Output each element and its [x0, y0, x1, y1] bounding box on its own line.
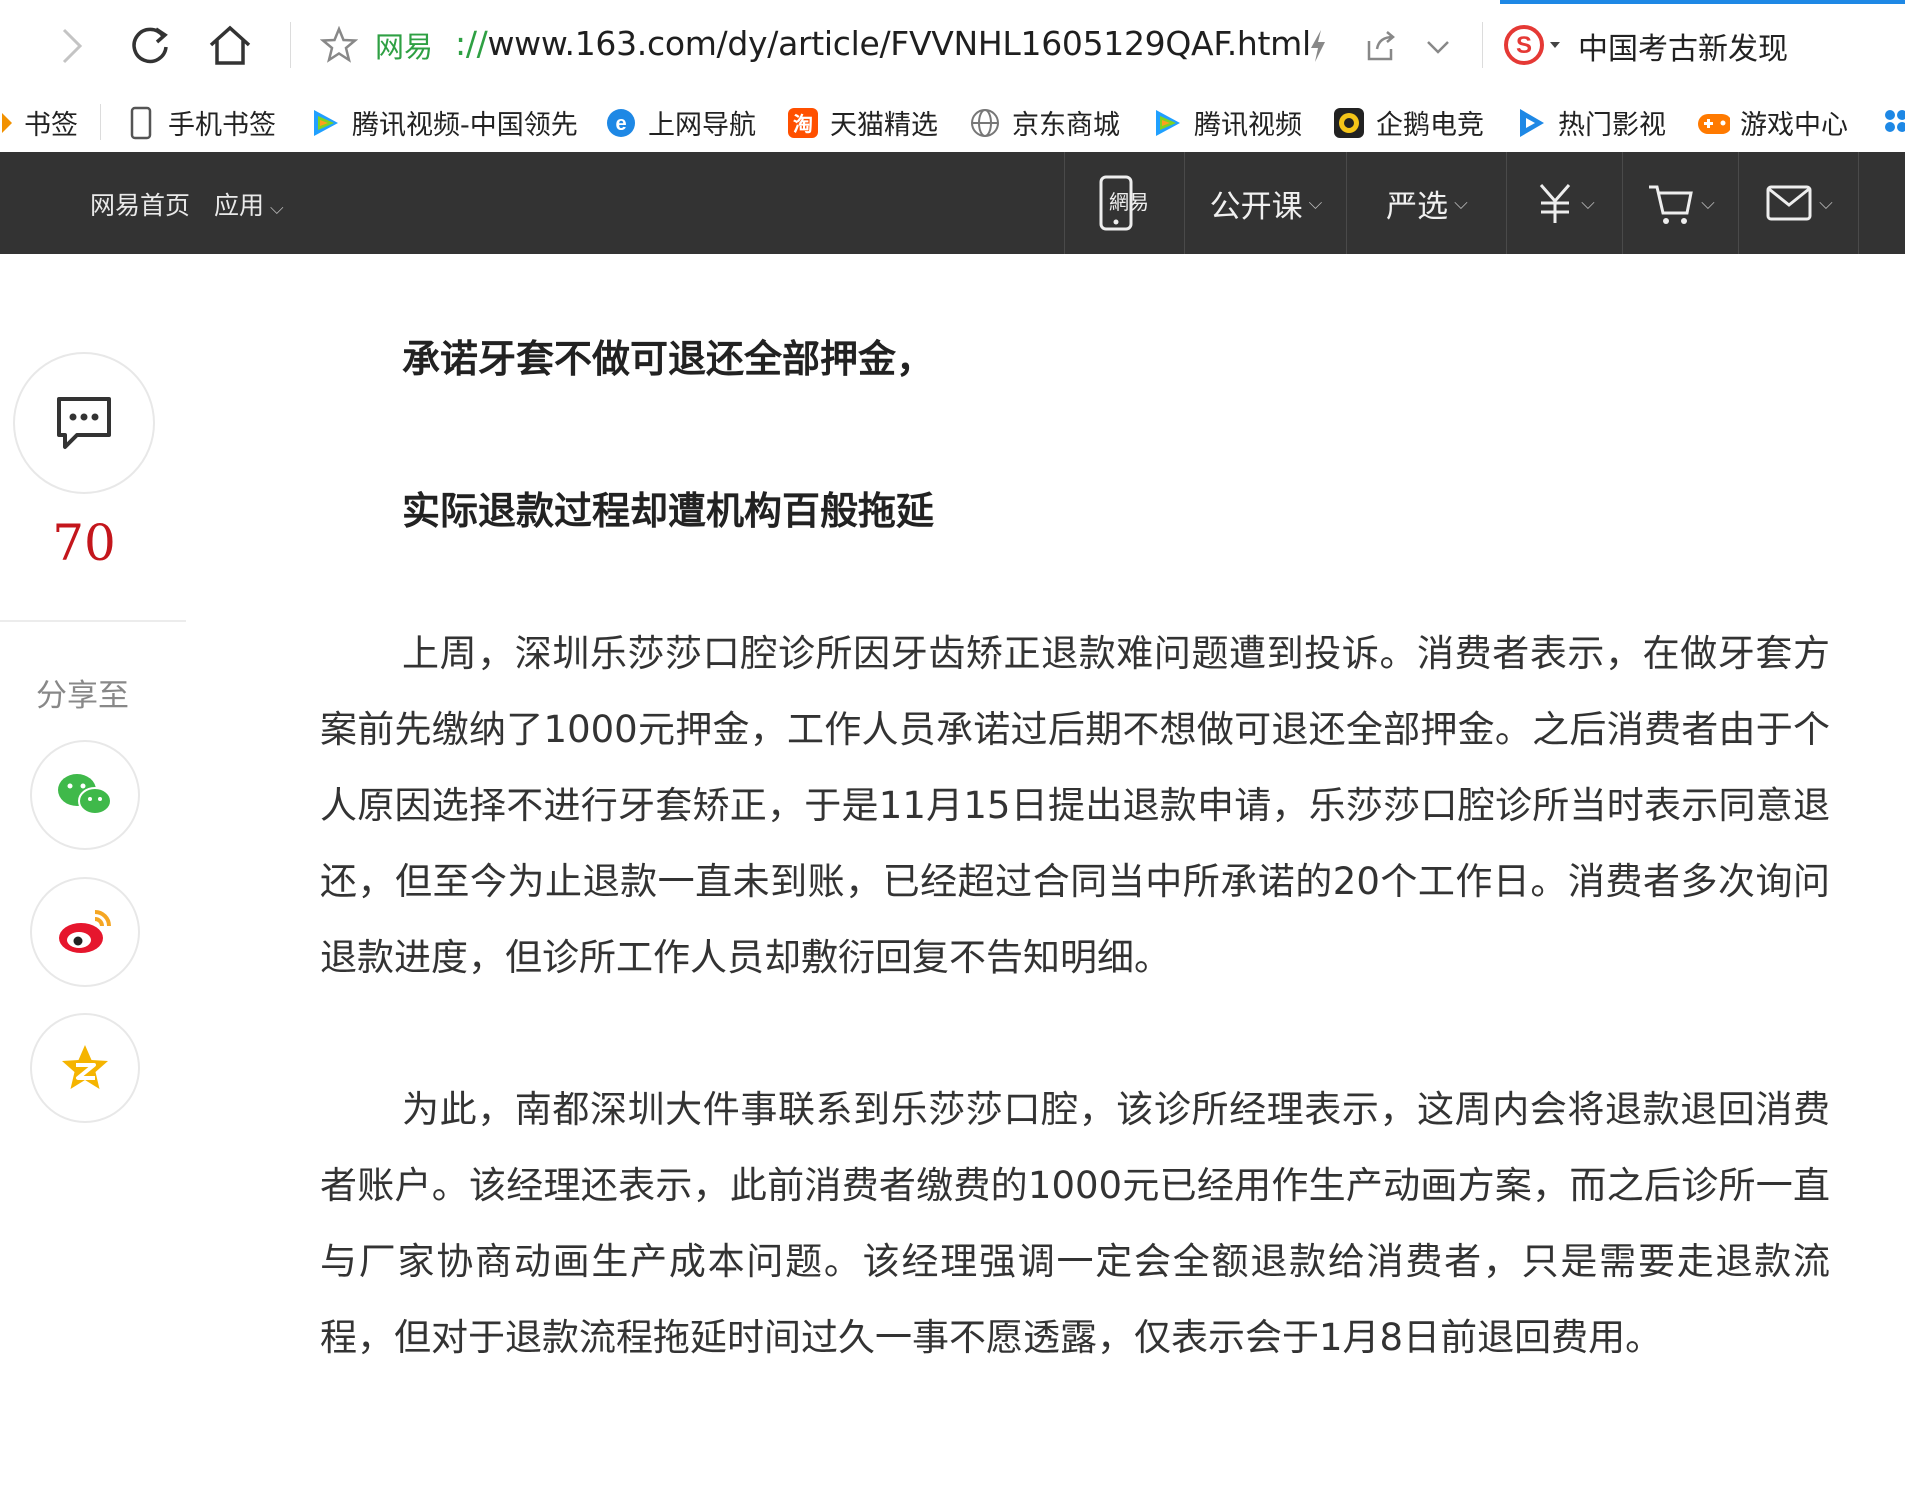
bookmark-label: 热门影视	[1558, 110, 1666, 141]
divider	[290, 22, 291, 68]
comment-count[interactable]: 70	[0, 514, 168, 572]
lightning-icon[interactable]	[1300, 26, 1336, 66]
bookmark-label: 京东商城	[1012, 110, 1120, 141]
bookmark-item[interactable]	[1880, 103, 1905, 137]
nav-shopping-cart[interactable]: ⌵	[1622, 152, 1739, 254]
url-text: www.163.com/dy/article/FVVNHL1605129QAF.…	[487, 24, 1311, 63]
bookmark-item[interactable]: 腾讯视频-中国领先	[308, 103, 578, 142]
star-icon[interactable]	[318, 24, 360, 66]
site-navbar: 网易首页 应用 ⌵ 網易 公开课 ⌵ 严选 ⌵ ⌵ ⌵ ⌵	[0, 152, 1905, 254]
nav-course-label: 公开课	[1209, 188, 1303, 225]
nav-finance[interactable]: ⌵	[1506, 152, 1623, 254]
bookmark-item[interactable]: 腾讯视频	[1150, 103, 1302, 142]
chevron-down-icon: ⌵	[1454, 192, 1468, 214]
bookmark-item[interactable]: 书签	[0, 103, 78, 142]
bookmark-label: 书签	[24, 110, 78, 141]
chevron-down-icon: ⌵	[1701, 192, 1715, 214]
tencent-video-icon	[308, 106, 342, 140]
nav-login[interactable]	[1858, 152, 1905, 254]
nav-yanxuan[interactable]: 严选 ⌵	[1346, 152, 1507, 254]
svg-text:S: S	[1516, 32, 1532, 59]
divider	[0, 620, 186, 622]
tencent-video-icon	[1150, 106, 1184, 140]
search-suggestion[interactable]: 中国考古新发现	[1578, 24, 1788, 68]
home-icon[interactable]	[206, 20, 254, 70]
ie-icon: e	[604, 106, 638, 140]
nav-mail[interactable]: ⌵	[1738, 152, 1859, 254]
chevron-down-icon: ⌵	[270, 198, 284, 219]
phone-icon	[124, 106, 158, 140]
bookmark-item[interactable]: 热门影视	[1514, 103, 1666, 142]
share-weibo-button[interactable]	[30, 877, 140, 987]
bookmark-label: 手机书签	[168, 110, 276, 141]
svg-text:網易: 網易	[1109, 190, 1149, 214]
mobile-netease-icon: 網易	[1099, 175, 1149, 231]
penguin-esports-icon	[1332, 106, 1366, 140]
bookmark-item[interactable]: e 上网导航	[604, 103, 756, 142]
bookmark-label: 天猫精选	[830, 110, 938, 141]
nav-apps-label: 应用	[214, 191, 265, 220]
chevron-down-icon[interactable]	[1418, 30, 1458, 64]
comment-icon	[57, 397, 111, 449]
cart-icon	[1649, 185, 1694, 224]
tmall-icon: 淘	[786, 106, 820, 140]
article-paragraph: 为此，南都深圳大件事联系到乐莎莎口腔，该诊所经理表示，这周内会将退款退回消费者账…	[320, 1088, 1830, 1359]
bookmark-item[interactable]: 淘 天猫精选	[786, 103, 938, 142]
sogou-search-icon[interactable]: S	[1502, 22, 1566, 68]
bookmark-label: 游戏中心	[1740, 110, 1848, 141]
share-label: 分享至	[36, 678, 129, 714]
bookmark-item[interactable]: 京东商城	[968, 103, 1120, 142]
chevron-down-icon: ⌵	[1308, 192, 1323, 214]
yen-icon	[1540, 184, 1571, 223]
comment-button[interactable]	[13, 352, 155, 494]
share-page-icon[interactable]	[1360, 26, 1400, 66]
more-bookmarks-icon	[1880, 103, 1905, 137]
mail-icon	[1766, 185, 1812, 221]
share-wechat-button[interactable]	[30, 740, 140, 850]
nav-home-link[interactable]: 网易首页	[90, 186, 190, 222]
svg-text:淘: 淘	[793, 112, 813, 136]
bookmarks-bar: 书签 手机书签 腾讯视频-中国领先 e 上网导航 淘 天猫精选 京东商城 腾讯视…	[0, 92, 1905, 153]
globe-icon	[968, 106, 1002, 140]
article-paragraph: 上周，深圳乐莎莎口腔诊所因牙齿矫正退款难问题遭到投诉。消费者表示，在做牙套方案前…	[320, 632, 1830, 979]
share-qzone-button[interactable]	[30, 1013, 140, 1123]
bookmark-item[interactable]: 企鹅电竞	[1332, 103, 1484, 142]
gamepad-icon	[1696, 106, 1730, 140]
bookmark-label: 腾讯视频	[1194, 110, 1302, 141]
bookmark-item[interactable]: 手机书签	[124, 103, 276, 142]
bookmark-label: 上网导航	[648, 110, 756, 141]
weibo-icon	[59, 910, 111, 953]
bookmark-item[interactable]: 游戏中心	[1696, 103, 1848, 142]
chevron-down-icon: ⌵	[1581, 192, 1595, 214]
chevron-down-icon: ⌵	[1819, 192, 1833, 214]
site-tag: 网易	[375, 30, 434, 64]
url-field[interactable]: ://www.163.com/dy/article/FVVNHL1605129Q…	[455, 24, 1311, 63]
article-subheading: 实际退款过程却遭机构百般拖延	[402, 489, 935, 533]
url-protocol: ://	[455, 24, 488, 63]
play-icon	[1514, 106, 1548, 140]
svg-text:e: e	[615, 113, 626, 135]
bookmark-icon	[0, 106, 14, 140]
nav-open-course[interactable]: 公开课 ⌵	[1184, 152, 1347, 254]
wechat-icon	[58, 774, 112, 815]
qzone-star-icon	[62, 1045, 108, 1089]
reload-icon[interactable]	[126, 20, 174, 70]
bookmark-label: 企鹅电竞	[1376, 110, 1484, 141]
divider	[100, 104, 101, 140]
bookmark-label: 腾讯视频-中国领先	[352, 110, 578, 141]
address-bar: 网易 ://www.163.com/dy/article/FVVNHL16051…	[0, 0, 1905, 93]
article-subheading: 承诺牙套不做可退还全部押金，	[402, 337, 935, 381]
nav-yanxuan-label: 严选	[1386, 188, 1449, 225]
nav-apps-menu[interactable]: 应用 ⌵	[214, 186, 284, 222]
forward-icon[interactable]	[52, 24, 92, 68]
tab-accent	[1500, 0, 1905, 4]
nav-mobile-app[interactable]: 網易	[1064, 152, 1185, 254]
divider	[1482, 22, 1483, 68]
